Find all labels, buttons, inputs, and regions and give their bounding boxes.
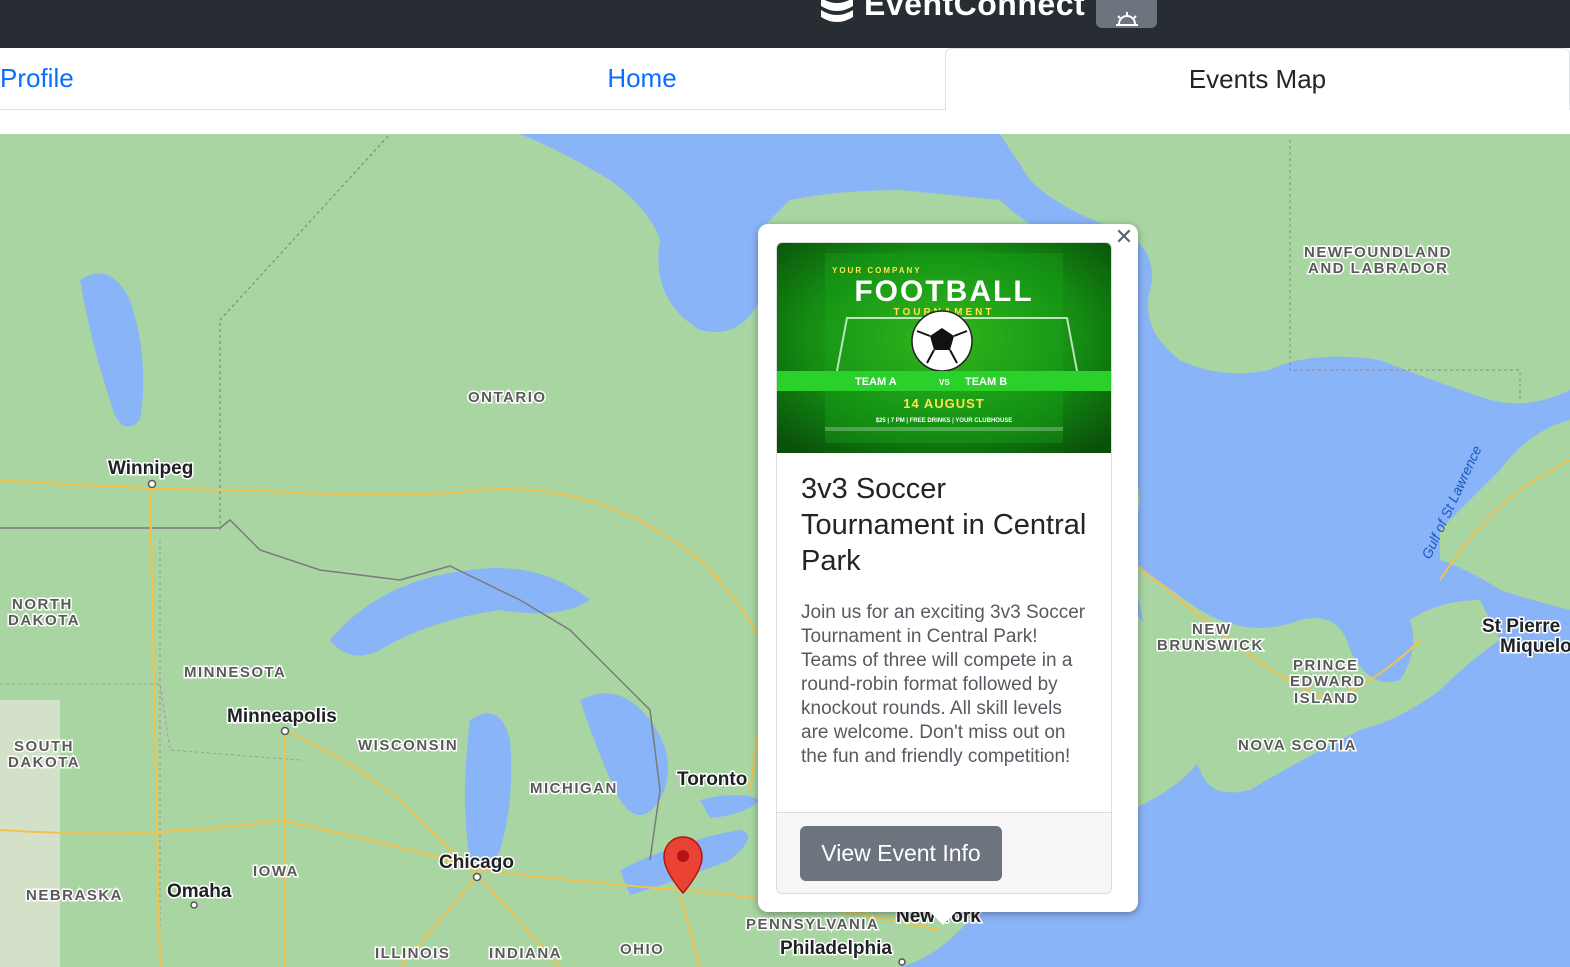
brand-title: EventConnect [864,0,1086,22]
top-navbar [0,0,1570,48]
map-label-north-dakota: DAKOTA [8,612,80,629]
event-title: 3v3 Soccer Tournament in Central Park [801,473,1087,577]
tab-profile[interactable]: Profile [0,48,80,109]
close-icon[interactable]: ✕ [1113,224,1135,249]
sun-icon [1115,12,1138,26]
map-label-south: SOUTH [14,738,74,755]
map-label-indiana: INDIANA [489,945,562,962]
poster-team-a: TEAM A [855,376,897,388]
gulf-of-st-lawrence [1130,427,1480,605]
city-dot-chicago [472,872,482,882]
tab-home[interactable]: Home [540,48,744,109]
map-label-ohio: OHIO [620,941,664,958]
city-st-pierre: St Pierre [1482,616,1560,637]
city-dot-winnipeg [147,479,157,489]
event-card-body: 3v3 Soccer Tournament in Central Park Jo… [801,471,1091,769]
map-label-north: NORTH [12,596,73,613]
city-minneapolis: Minneapolis [227,706,337,727]
city-philadelphia: Philadelphia [780,938,892,959]
database-icon [821,0,853,22]
poster-date: 14 AUGUST [903,396,984,411]
map-label-newfoundland: NEWFOUNDLAND [1304,244,1452,261]
tab-events-map[interactable]: Events Map [945,48,1570,110]
map-label-nova-scotia: NOVA SCOTIA [1238,737,1357,754]
event-card-footer: View Event Info [777,812,1111,893]
map-label-illinois: ILLINOIS [375,945,450,962]
map-label-wisconsin: WISCONSIN [358,737,458,754]
view-event-info-button[interactable]: View Event Info [800,826,1002,881]
map-label-michigan: MICHIGAN [530,780,618,797]
map-pin-icon[interactable] [663,836,703,894]
city-winnipeg: Winnipeg [108,458,193,479]
map-label-iowa: IOWA [253,863,299,880]
map-label-new: NEW [1192,621,1232,638]
map-label-prince: PRINCE [1293,657,1359,674]
map-label-ontario: ONTARIO [468,389,547,406]
theme-toggle-button[interactable] [1096,0,1157,28]
brand[interactable]: EventConnect [820,0,1085,24]
map-label-and-labrador: AND LABRADOR [1308,260,1449,277]
map-label-island: ISLAND [1294,690,1359,707]
city-dot-philadelphia [898,958,906,966]
poster-team-b: TEAM B [965,376,1007,388]
map-label-nebraska: NEBRASKA [26,887,123,904]
city-dot-minneapolis [280,726,290,736]
info-window-tail [929,911,957,925]
tab-divider [0,109,945,110]
event-card: YOUR COMPANY FOOTBALL TOURNAMENT TEAM A … [776,242,1112,894]
city-miquelon: Miquelo [1500,636,1570,657]
poster-vs: VS [939,378,950,387]
map-label-pennsylvania: PENNSYLVANIA [746,916,879,933]
city-toronto: Toronto [677,769,747,790]
map-label-brunswick: BRUNSWICK [1157,637,1264,654]
city-chicago: Chicago [439,852,514,873]
poster-details: $25 | 7 PM | FREE DRINKS | YOUR CLUBHOUS… [876,418,1013,424]
city-omaha: Omaha [167,881,232,902]
city-dot-omaha [190,901,198,909]
map-label-south-dakota: DAKOTA [8,754,80,771]
poster-title: FOOTBALL [854,275,1033,308]
map-label-minnesota: MINNESOTA [184,664,286,681]
event-description: Join us for an exciting 3v3 Soccer Tourn… [801,602,1086,767]
map-label-edward: EDWARD [1290,673,1366,690]
event-poster: YOUR COMPANY FOOTBALL TOURNAMENT TEAM A … [777,243,1111,453]
poster-company: YOUR COMPANY [832,266,922,275]
